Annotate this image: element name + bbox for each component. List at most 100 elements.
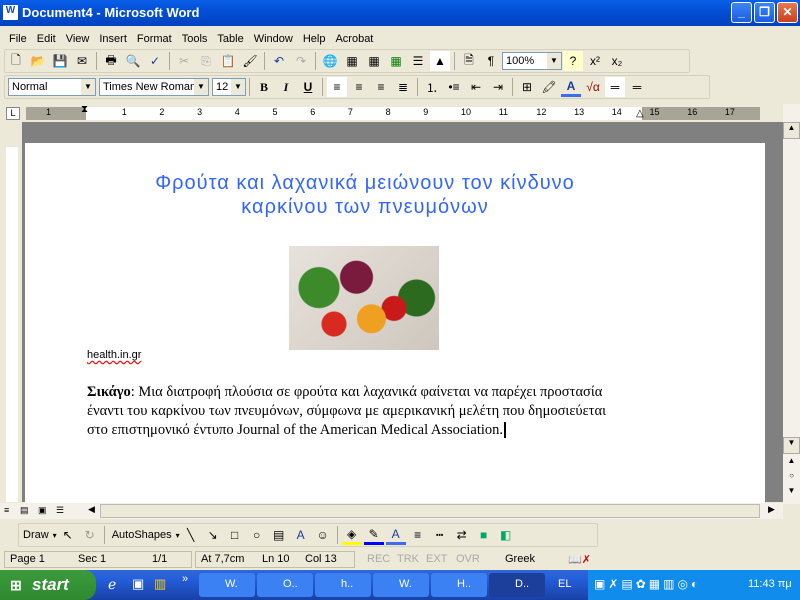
menu-table[interactable]: Table <box>217 33 243 45</box>
tables-borders-icon[interactable]: ▦ <box>342 51 362 71</box>
font-combo[interactable]: Times New Roman ▼ <box>99 78 209 96</box>
font-color-draw-icon[interactable]: A <box>385 525 406 545</box>
redo-icon[interactable]: ↷ <box>291 51 311 71</box>
align-left-icon[interactable]: ≡ <box>327 77 347 97</box>
align-right-icon[interactable]: ≡ <box>371 77 391 97</box>
bold-icon[interactable]: B <box>254 77 274 97</box>
clipart-icon[interactable]: ☺ <box>313 525 333 545</box>
next-page-icon[interactable]: ▼ <box>783 486 800 501</box>
ie-quicklaunch-icon[interactable]: ℯ <box>108 576 116 593</box>
status-rec[interactable]: REC <box>367 553 390 565</box>
line-style-draw-icon[interactable]: ≡ <box>408 525 428 545</box>
scroll-up-icon[interactable]: ▲ <box>783 122 800 139</box>
increase-indent-icon[interactable]: ⇥ <box>488 77 508 97</box>
status-ext[interactable]: EXT <box>426 553 447 565</box>
menu-edit[interactable]: Edit <box>37 33 56 45</box>
minimize-button[interactable]: _ <box>731 2 752 23</box>
font-color-icon[interactable]: A <box>561 77 581 97</box>
wordart-icon[interactable]: A <box>291 525 311 545</box>
line-icon[interactable]: ╲ <box>181 525 201 545</box>
menu-help[interactable]: Help <box>303 33 326 45</box>
menu-acrobat[interactable]: Acrobat <box>335 33 373 45</box>
print-icon[interactable]: 🖶 <box>101 51 121 71</box>
select-objects-icon[interactable]: ↖ <box>58 525 78 545</box>
taskbar-item-active[interactable]: D.. <box>489 573 545 597</box>
print-preview-icon[interactable]: 🔍 <box>123 51 143 71</box>
horizontal-scrollbar[interactable]: ≡ ▤ ▣ ☰ ◀ ▶ <box>0 503 783 519</box>
double-line-icon[interactable]: ═ <box>627 77 647 97</box>
text-box-icon[interactable]: ▤ <box>269 525 289 545</box>
paste-icon[interactable]: 📋 <box>218 51 238 71</box>
arrow-icon[interactable]: ↘ <box>203 525 223 545</box>
horizontal-ruler[interactable]: L 1 1 2 3 4 5 6 7 8 9 10 11 12 13 14 15 16 17 ⧗ △ <box>0 104 782 122</box>
menu-file[interactable]: File <box>9 33 27 45</box>
status-ovr[interactable]: OVR <box>456 553 480 565</box>
taskbar-item[interactable]: H.. <box>431 573 487 597</box>
columns-icon[interactable]: ☰ <box>408 51 428 71</box>
draw-menu[interactable]: Draw <box>23 529 49 541</box>
equation-icon[interactable]: √α <box>583 77 603 97</box>
insert-excel-icon[interactable]: ▦ <box>386 51 406 71</box>
browse-object-icon[interactable]: ○ <box>783 471 800 486</box>
style-combo[interactable]: Normal ▼ <box>8 78 96 96</box>
start-button[interactable]: ⊞ start <box>0 570 96 600</box>
taskbar-item[interactable]: O.. <box>257 573 313 597</box>
format-painter-icon[interactable]: 🖌 <box>240 51 260 71</box>
prev-page-icon[interactable]: ▲ <box>783 456 800 471</box>
taskbar-item[interactable]: h.. <box>315 573 371 597</box>
shadow-icon[interactable]: ■ <box>474 525 494 545</box>
print-layout-icon[interactable]: ▣ <box>38 505 47 516</box>
numbering-icon[interactable]: ⒈ <box>422 77 442 97</box>
tray-icons[interactable]: ▣✗▤✿▦▥◎◐ <box>594 577 701 591</box>
rectangle-icon[interactable]: □ <box>225 525 245 545</box>
save-icon[interactable]: 💾 <box>50 51 70 71</box>
outline-view-icon[interactable]: ☰ <box>56 505 64 516</box>
line-color-icon[interactable]: ✎ <box>363 525 384 545</box>
show-hide-icon[interactable]: ¶ <box>481 51 501 71</box>
new-icon[interactable]: 🗋 <box>6 51 26 71</box>
bullets-icon[interactable]: •≡ <box>444 77 464 97</box>
document-page[interactable]: Φρούτα και λαχανικά μειώνουν τον κίνδυνο… <box>25 143 765 503</box>
highlight-icon[interactable]: 🖍 <box>539 77 559 97</box>
scroll-down-icon[interactable]: ▼ <box>783 437 800 454</box>
menu-window[interactable]: Window <box>254 33 293 45</box>
help-icon[interactable]: ? <box>563 51 583 71</box>
zoom-combo[interactable]: 100% ▼ <box>502 52 562 70</box>
cut-icon[interactable]: ✂ <box>174 51 194 71</box>
vertical-scrollbar[interactable]: ▲ ▼ ▲ ○ ▼ <box>783 104 800 504</box>
subscript-icon[interactable]: x₂ <box>607 51 627 71</box>
decrease-indent-icon[interactable]: ⇤ <box>466 77 486 97</box>
indent-marker-icon[interactable]: ⧗ <box>81 104 88 115</box>
restore-button[interactable]: ❐ <box>754 2 775 23</box>
taskbar-item[interactable]: W. <box>373 573 429 597</box>
menu-tools[interactable]: Tools <box>182 33 208 45</box>
close-button[interactable]: ✕ <box>777 2 798 23</box>
scroll-right-icon[interactable]: ▶ <box>768 504 775 515</box>
insert-table-icon[interactable]: ▦ <box>364 51 384 71</box>
3d-icon[interactable]: ◧ <box>496 525 516 545</box>
undo-icon[interactable]: ↶ <box>269 51 289 71</box>
superscript-icon[interactable]: x² <box>585 51 605 71</box>
normal-view-icon[interactable]: ≡ <box>4 505 9 515</box>
permission-icon[interactable]: ✉ <box>72 51 92 71</box>
free-rotate-icon[interactable]: ↻ <box>80 525 100 545</box>
document-map-icon[interactable]: 🗎 <box>459 51 479 71</box>
line-style-icon[interactable]: ═ <box>605 77 625 97</box>
border-icon[interactable]: ⊞ <box>517 77 537 97</box>
oval-icon[interactable]: ○ <box>247 525 267 545</box>
taskbar-item[interactable]: W. <box>199 573 255 597</box>
copy-icon[interactable]: ⎘ <box>196 51 216 71</box>
tab-selector-icon[interactable]: L <box>6 107 20 120</box>
open-icon[interactable]: 📂 <box>28 51 48 71</box>
arrow-style-icon[interactable]: ⇄ <box>452 525 472 545</box>
center-icon[interactable]: ≡ <box>349 77 369 97</box>
menu-format[interactable]: Format <box>137 33 172 45</box>
autoshapes-menu[interactable]: AutoShapes <box>112 529 172 541</box>
drawing-icon[interactable]: ▲ <box>430 51 450 71</box>
menu-insert[interactable]: Insert <box>99 33 127 45</box>
hyperlink-icon[interactable]: 🌐 <box>320 51 340 71</box>
language-indicator[interactable]: EL <box>558 578 571 590</box>
desktop-quicklaunch-icon[interactable]: ▣ <box>132 576 144 592</box>
dash-style-icon[interactable]: ┅ <box>430 525 450 545</box>
scroll-thumb[interactable] <box>100 504 760 518</box>
